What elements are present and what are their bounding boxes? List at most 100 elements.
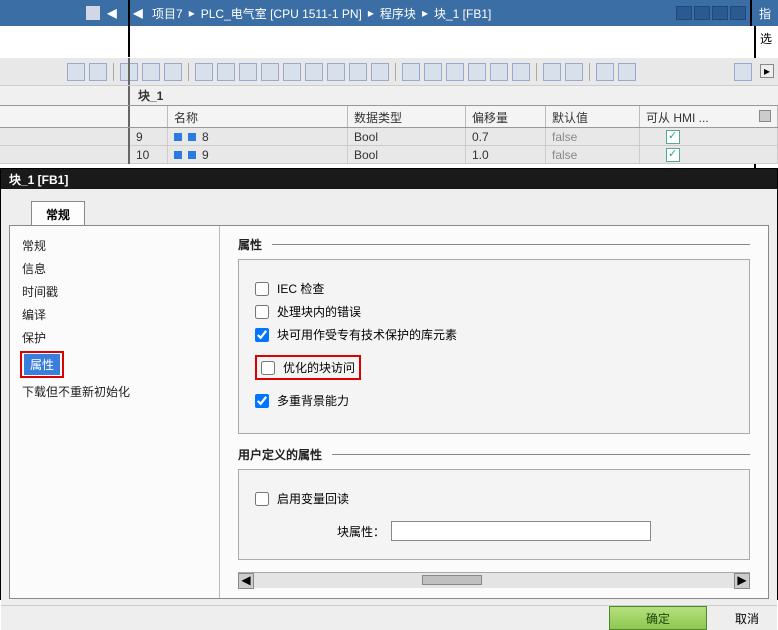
- tool-icon[interactable]: [543, 63, 561, 81]
- blockattr-label: 块属性：: [337, 523, 385, 540]
- tool-icon[interactable]: [512, 63, 530, 81]
- tool-icon[interactable]: [239, 63, 257, 81]
- restore-icon[interactable]: [694, 6, 710, 20]
- tool-icon[interactable]: [424, 63, 442, 81]
- nav-left-icon[interactable]: ◀: [130, 0, 146, 26]
- tool-icon[interactable]: [164, 63, 182, 81]
- attributes-title: 属性: [238, 236, 750, 253]
- tool-icon[interactable]: [490, 63, 508, 81]
- cancel-button[interactable]: 取消: [735, 610, 759, 627]
- check-icon[interactable]: [666, 130, 680, 144]
- blockattr-input[interactable]: [391, 521, 651, 541]
- col-hmi[interactable]: 可从 HMI ...: [640, 106, 778, 127]
- table-row[interactable]: 10 9 Bool 1.0 false: [0, 146, 778, 164]
- nav-protect[interactable]: 保护: [14, 326, 215, 349]
- tool-icon[interactable]: [142, 63, 160, 81]
- err-checkbox[interactable]: [255, 305, 269, 319]
- min-icon[interactable]: [676, 6, 692, 20]
- content-hscroll[interactable]: ◀ ▶: [238, 572, 750, 588]
- opt-optimized-highlight: 优化的块访问: [255, 355, 361, 380]
- dropdown-icon[interactable]: [759, 110, 771, 122]
- tool-icon[interactable]: [446, 63, 464, 81]
- col-offset[interactable]: 偏移量: [466, 106, 546, 127]
- right-panel-tab[interactable]: 指: [750, 0, 778, 26]
- lib-checkbox[interactable]: [255, 328, 269, 342]
- tool-icon[interactable]: [327, 63, 345, 81]
- nav-attributes[interactable]: 属性: [24, 354, 60, 375]
- block-properties-dialog: 块_1 [FB1] 常规 常规 信息 时间戳 编译 保护 属性 下载但不重新初始…: [0, 168, 778, 600]
- row-default: false: [546, 128, 640, 145]
- scroll-thumb[interactable]: [422, 575, 482, 585]
- tool-icon[interactable]: [734, 63, 752, 81]
- opt-err: 处理块内的错误: [255, 303, 733, 320]
- var-icon: [174, 133, 182, 141]
- col-default[interactable]: 默认值: [546, 106, 640, 127]
- nav-info[interactable]: 信息: [14, 257, 215, 280]
- tool-icon[interactable]: [217, 63, 235, 81]
- tool-icon[interactable]: [195, 63, 213, 81]
- userprops-title: 用户定义的属性: [238, 446, 750, 463]
- block-name: 块_1: [138, 87, 163, 104]
- col-name[interactable]: 名称: [168, 106, 348, 127]
- attributes-group: IEC 检查 处理块内的错误 块可用作受专有技术保护的库元素 优化的块访问 多重…: [238, 259, 750, 434]
- right-label: 指: [759, 5, 771, 22]
- var-icon: [174, 151, 182, 159]
- tool-icon[interactable]: [67, 63, 85, 81]
- left-toolbar-icons: ◀: [0, 0, 130, 26]
- row-name: 9: [168, 146, 348, 163]
- breadcrumb: 项目7 ▸ PLC_电气室 [CPU 1511-1 PN] ▸ 程序块 ▸ 块_…: [146, 0, 676, 26]
- panel-icon[interactable]: [86, 6, 100, 20]
- tool-icon[interactable]: [349, 63, 367, 81]
- tool-icon[interactable]: [565, 63, 583, 81]
- tool-icon[interactable]: [596, 63, 614, 81]
- dialog-content: 属性 IEC 检查 处理块内的错误 块可用作受专有技术保护的库元素 优化的块访问…: [220, 226, 768, 598]
- table-row[interactable]: 9 8 Bool 0.7 false: [0, 128, 778, 146]
- var-icon: [188, 151, 196, 159]
- scroll-left-icon[interactable]: ◀: [238, 573, 254, 589]
- check-icon[interactable]: [666, 148, 680, 162]
- close-icon[interactable]: [730, 6, 746, 20]
- tool-icon[interactable]: [283, 63, 301, 81]
- nav-download[interactable]: 下载但不重新初始化: [14, 380, 215, 403]
- row-type: Bool: [348, 146, 466, 163]
- crumb-sep: ▸: [189, 6, 195, 20]
- dialog-footer: 确定 取消: [1, 605, 777, 630]
- max-icon[interactable]: [712, 6, 728, 20]
- nav-general[interactable]: 常规: [14, 234, 215, 257]
- window-buttons: [676, 0, 750, 26]
- tool-icon[interactable]: [618, 63, 636, 81]
- variable-table-body: 9 8 Bool 0.7 false 10 9 Bool 1.0 false: [0, 128, 778, 164]
- col-type[interactable]: 数据类型: [348, 106, 466, 127]
- blockattr-field: 块属性：: [255, 521, 733, 541]
- block-name-row: 块_1: [0, 86, 778, 106]
- row-hmi: [640, 128, 778, 145]
- tool-icon[interactable]: [402, 63, 420, 81]
- multi-checkbox[interactable]: [255, 394, 269, 408]
- nav-compile[interactable]: 编译: [14, 303, 215, 326]
- crumb-0[interactable]: 项目7: [152, 5, 183, 22]
- row-idx: 10: [130, 146, 168, 163]
- expand-icon[interactable]: ▸: [760, 64, 774, 78]
- crumb-1[interactable]: PLC_电气室 [CPU 1511-1 PN]: [201, 5, 362, 22]
- tool-icon[interactable]: [261, 63, 279, 81]
- readback-checkbox[interactable]: [255, 492, 269, 506]
- crumb-3[interactable]: 块_1 [FB1]: [434, 5, 491, 22]
- nav-attributes-highlight: 属性: [20, 351, 64, 378]
- crumb-2[interactable]: 程序块: [380, 5, 416, 22]
- dialog-nav: 常规 信息 时间戳 编译 保护 属性 下载但不重新初始化: [10, 226, 220, 598]
- tool-icon[interactable]: [305, 63, 323, 81]
- iec-checkbox[interactable]: [255, 282, 269, 296]
- tool-icon[interactable]: [89, 63, 107, 81]
- row-default: false: [546, 146, 640, 163]
- nav-timestamp[interactable]: 时间戳: [14, 280, 215, 303]
- optimized-checkbox[interactable]: [261, 361, 275, 375]
- ok-button[interactable]: 确定: [609, 606, 707, 630]
- nav-back-icon[interactable]: ◀: [104, 6, 120, 20]
- editor-toolbar: ▸: [0, 58, 778, 86]
- tool-icon[interactable]: [468, 63, 486, 81]
- opt-lib: 块可用作受专有技术保护的库元素: [255, 326, 733, 343]
- tab-general[interactable]: 常规: [31, 201, 85, 225]
- scroll-right-icon[interactable]: ▶: [734, 573, 750, 589]
- tool-icon[interactable]: [371, 63, 389, 81]
- spacer-row: [0, 26, 778, 58]
